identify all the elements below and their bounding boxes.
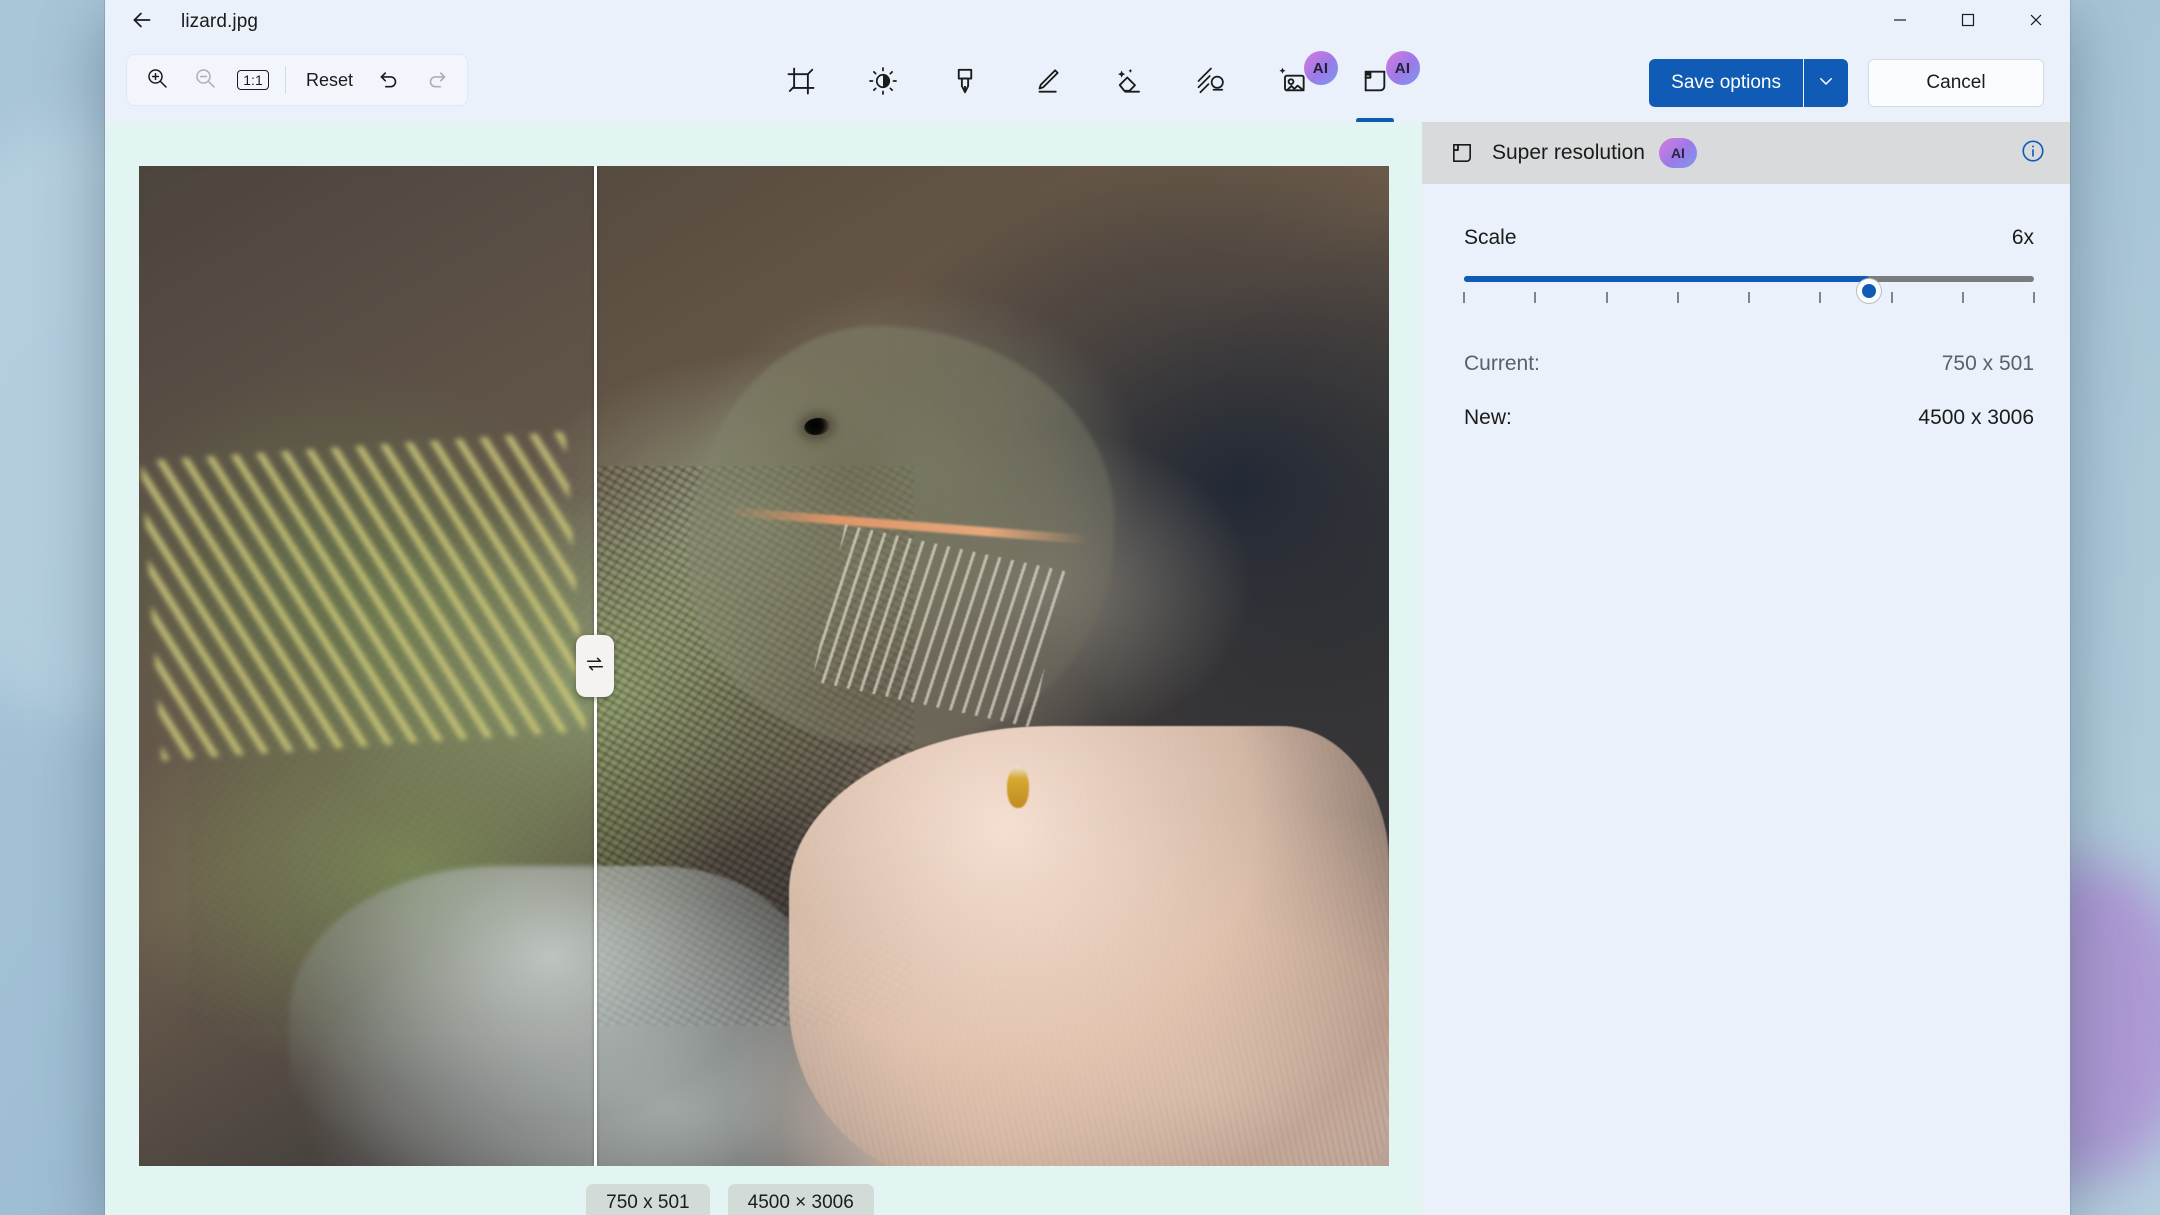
comparison-slider-handle[interactable] — [576, 635, 614, 697]
ai-badge: AI — [1385, 51, 1420, 85]
scale-slider[interactable] — [1463, 276, 2035, 306]
rock-right — [788, 726, 1389, 1166]
slider-track[interactable] — [1464, 276, 2034, 282]
slider-tick — [1890, 292, 1893, 303]
crop-tool-button[interactable] — [773, 55, 829, 111]
zoom-controls: 1:1 Reset — [126, 54, 469, 106]
slider-tick — [1748, 292, 1750, 303]
zoom-in-button[interactable] — [133, 59, 181, 101]
current-resolution-row: Current: 750 x 501 — [1464, 352, 2034, 376]
slider-tick — [1605, 292, 1608, 303]
reset-label: Reset — [306, 69, 354, 90]
cancel-label: Cancel — [1926, 72, 1986, 93]
new-resolution-row: New: 4500 x 3006 — [1464, 406, 2034, 430]
image-comparison-stage[interactable] — [138, 166, 1389, 1166]
brightness-tool-button[interactable] — [855, 55, 911, 111]
highlighter-tool-button[interactable] — [937, 55, 993, 111]
before-dimensions-chip: 750 x 501 — [586, 1184, 710, 1215]
window-title: lizard.jpg — [181, 11, 259, 32]
resolution-info: Current: 750 x 501 New: 4500 x 3006 — [1464, 352, 2034, 430]
undo-icon — [376, 65, 402, 96]
panel-body: Scale 6x Current: 750 x 501 New: 4500 x … — [1422, 184, 2070, 430]
super-resolution-panel: Super resolution AI Scale 6x Current: 75… — [1422, 122, 2070, 1215]
yellow-bud — [1007, 766, 1030, 808]
slider-ticks — [1463, 292, 2035, 306]
panel-header: Super resolution AI — [1422, 122, 2070, 184]
slider-tick — [1961, 292, 1964, 303]
minimize-button[interactable] — [1866, 0, 1934, 44]
image-before-preview — [138, 166, 594, 1166]
blur-icon — [1196, 66, 1226, 101]
info-icon — [2020, 138, 2046, 169]
slider-tick — [2033, 292, 2035, 303]
image-canvas-area: 750 x 501 4500 × 3006 — [105, 122, 1422, 1215]
slider-tick — [1534, 292, 1537, 303]
brightness-icon — [868, 66, 898, 101]
new-label: New: — [1464, 406, 1512, 429]
blur-tool-button[interactable] — [1183, 55, 1239, 111]
current-value: 750 x 501 — [1941, 352, 2034, 375]
maximize-button[interactable] — [1934, 0, 2002, 44]
highlighter-icon — [950, 66, 980, 101]
editor-toolbar: 1:1 Reset AI AI Save options Cancel — [105, 44, 2070, 123]
swap-arrows-icon — [584, 653, 606, 680]
title-bar: lizard.jpg — [105, 0, 2070, 44]
panel-title: Super resolution — [1492, 141, 1645, 164]
current-label: Current: — [1464, 352, 1540, 375]
zoom-in-icon — [145, 66, 169, 95]
slider-tick — [1676, 292, 1679, 303]
cancel-button[interactable]: Cancel — [1868, 59, 2044, 107]
pen-tool-button[interactable] — [1019, 55, 1075, 111]
slider-fill — [1464, 276, 1869, 282]
before-after-divider[interactable] — [576, 166, 614, 1166]
zoom-out-button[interactable] — [181, 59, 229, 101]
background-remover-tool-button[interactable]: AI — [1265, 51, 1338, 111]
dimension-chip-row: 750 x 501 4500 × 3006 — [105, 1184, 1355, 1215]
save-options-button[interactable]: Save options — [1649, 59, 1803, 107]
ai-badge: AI — [1658, 138, 1697, 168]
chevron-down-icon — [1817, 72, 1835, 95]
back-arrow-icon — [129, 7, 155, 38]
undo-button[interactable] — [365, 59, 413, 101]
actual-size-button[interactable]: 1:1 — [229, 59, 277, 101]
toolbar-actions: Save options Cancel — [1649, 59, 2044, 107]
toolbar-divider — [285, 66, 286, 94]
redo-button[interactable] — [413, 59, 461, 101]
save-options-split-button: Save options — [1649, 59, 1848, 107]
magic-eraser-tool-button[interactable] — [1101, 55, 1157, 111]
pen-icon — [1032, 66, 1062, 101]
save-options-dropdown-button[interactable] — [1804, 59, 1848, 107]
edit-tool-group: AI AI — [773, 44, 1420, 123]
close-button[interactable] — [2002, 0, 2070, 44]
minimize-icon — [1892, 12, 1908, 33]
slider-tick — [1819, 292, 1822, 303]
photos-editor-window: lizard.jpg 1:1 Reset AI AI Save options … — [105, 0, 2070, 1215]
scale-value: 6x — [2011, 226, 2034, 249]
ai-badge: AI — [1303, 51, 1338, 85]
scale-label: Scale — [1464, 226, 1517, 249]
actual-size-label: 1:1 — [237, 69, 269, 91]
info-button[interactable] — [2020, 138, 2046, 169]
super-resolution-icon — [1448, 139, 1476, 167]
super-resolution-tool-button[interactable]: AI — [1347, 51, 1420, 123]
close-icon — [2028, 12, 2044, 33]
maximize-icon — [1960, 12, 1976, 33]
slider-tick — [1463, 292, 1465, 303]
editor-body: 750 x 501 4500 × 3006 Super resolution A… — [105, 122, 2070, 1215]
reset-button[interactable]: Reset — [294, 59, 365, 101]
magic-eraser-icon — [1114, 66, 1144, 101]
scale-row: Scale 6x — [1464, 226, 2034, 250]
back-button[interactable] — [119, 2, 165, 42]
crop-icon — [786, 66, 816, 101]
redo-icon — [424, 65, 450, 96]
save-options-label: Save options — [1671, 72, 1781, 93]
new-value: 4500 x 3006 — [1918, 406, 2034, 429]
zoom-out-icon — [193, 66, 217, 95]
window-controls — [1866, 0, 2070, 44]
after-dimensions-chip: 4500 × 3006 — [727, 1184, 874, 1215]
